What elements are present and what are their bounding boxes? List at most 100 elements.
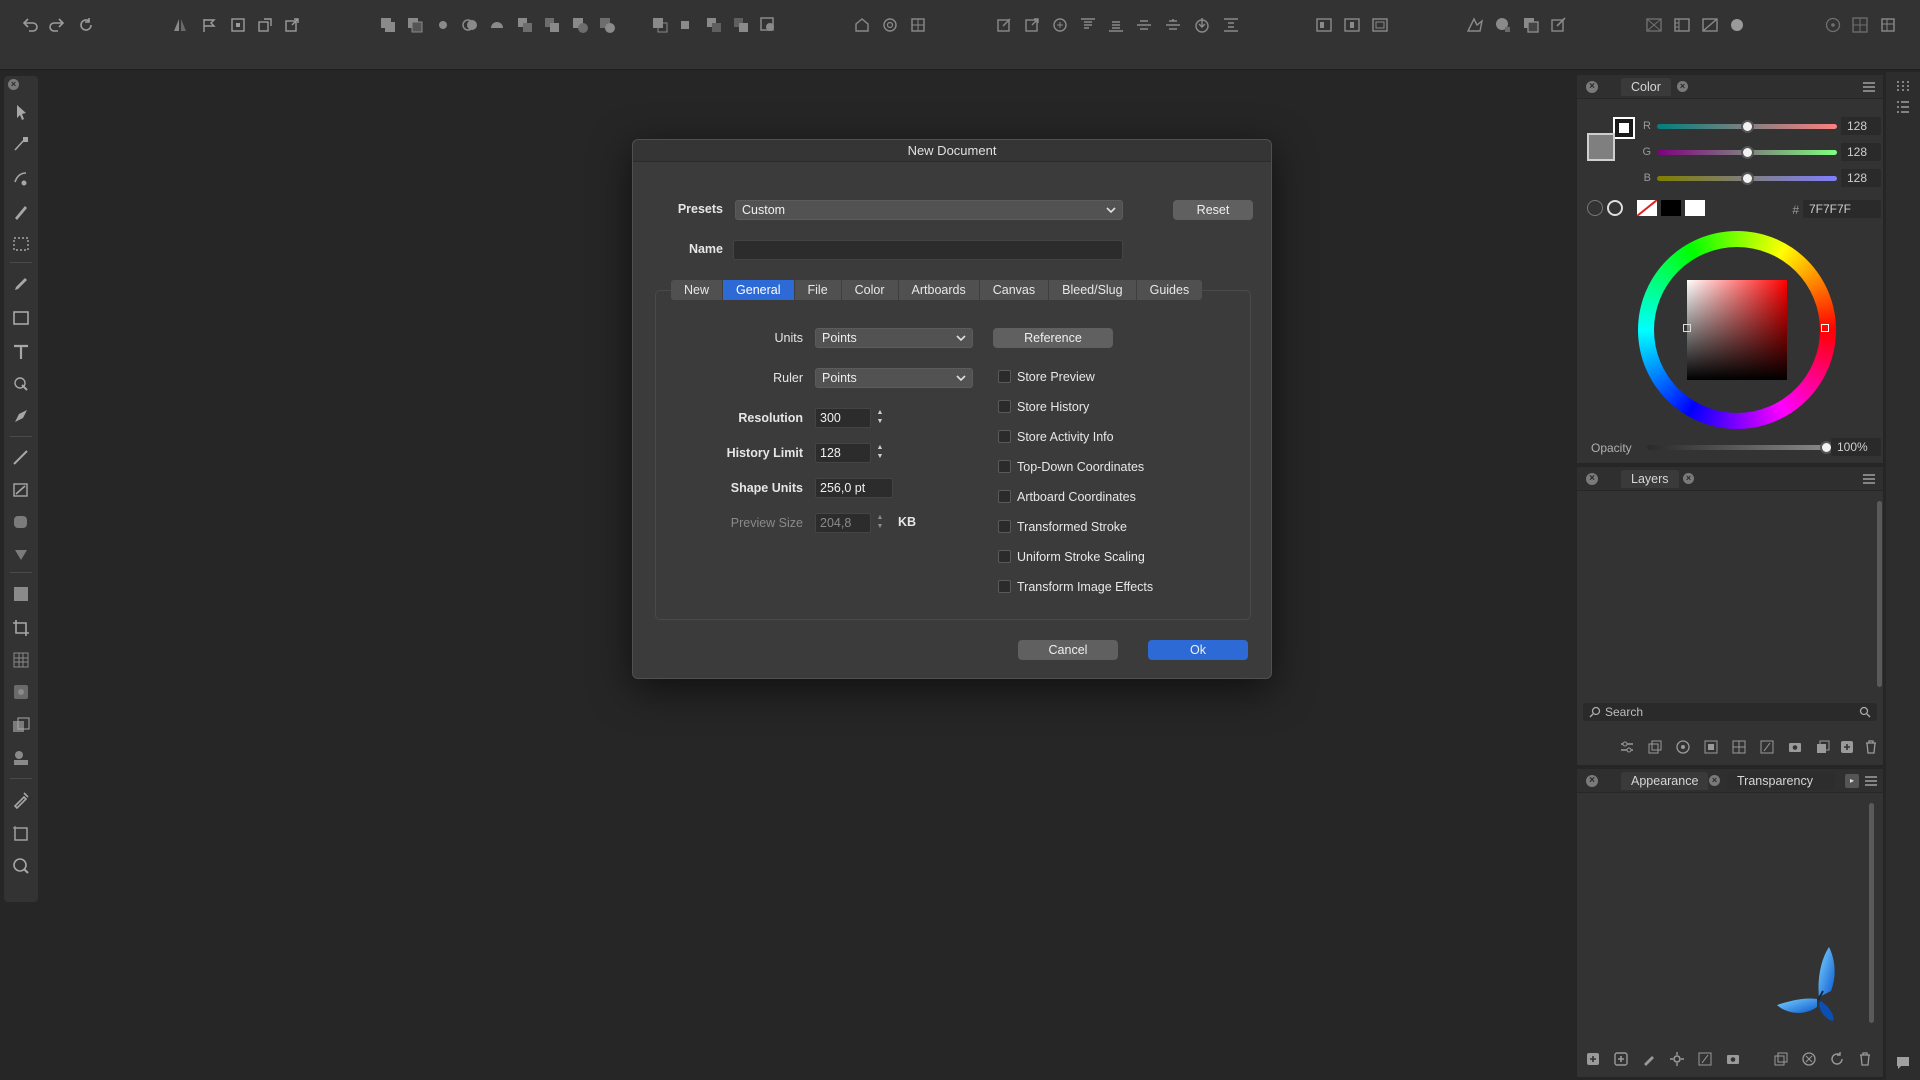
settings-gear-icon[interactable]	[1669, 1051, 1685, 1067]
fx-icon[interactable]	[1697, 1051, 1713, 1067]
trash-icon[interactable]	[1863, 739, 1879, 755]
artboard-tool-icon[interactable]	[11, 824, 31, 844]
marquee-tool-icon[interactable]	[11, 234, 31, 254]
opacity-slider[interactable]	[1647, 445, 1829, 450]
r-value[interactable]: 128	[1841, 117, 1881, 135]
close-tab-icon[interactable]: ×	[1709, 775, 1720, 786]
grid-layer-icon[interactable]	[1731, 739, 1747, 755]
order-icon[interactable]	[543, 16, 561, 34]
duplicate-icon[interactable]	[1773, 1051, 1789, 1067]
ok-button[interactable]: Ok	[1148, 640, 1248, 660]
align-top-icon[interactable]	[1079, 16, 1097, 34]
view-mode-icon[interactable]	[1315, 16, 1333, 34]
mask-icon[interactable]	[1703, 739, 1719, 755]
top-down-coordinates-checkbox[interactable]	[998, 460, 1011, 473]
shape-icon[interactable]	[11, 512, 31, 532]
brush-tool-icon[interactable]	[11, 202, 31, 222]
close-tab-icon[interactable]: ×	[1683, 473, 1694, 484]
stamp-icon[interactable]	[11, 748, 31, 768]
g-value[interactable]: 128	[1841, 143, 1881, 161]
pen-tool-icon[interactable]	[11, 168, 31, 188]
boolean-xor-icon[interactable]	[461, 16, 479, 34]
move-tool-icon[interactable]	[11, 102, 31, 122]
group-layers-icon[interactable]	[1815, 739, 1831, 755]
gradient-tool-icon[interactable]	[11, 584, 31, 604]
rectangle-tool-icon[interactable]	[11, 308, 31, 328]
export-icon[interactable]	[283, 16, 301, 34]
panel-menu-icon[interactable]	[1865, 776, 1877, 786]
persona-edit-icon[interactable]	[1550, 16, 1568, 34]
outline-icon[interactable]	[1371, 16, 1389, 34]
target-icon[interactable]	[1051, 16, 1069, 34]
opacity-value[interactable]: 100%	[1831, 438, 1881, 456]
none-swatch[interactable]	[1637, 200, 1657, 216]
crop-tool-icon[interactable]	[11, 618, 31, 638]
store-activity-info-checkbox[interactable]	[998, 430, 1011, 443]
transform-image-effects-checkbox[interactable]	[998, 580, 1011, 593]
duplicate-icon[interactable]	[1647, 739, 1663, 755]
eyedropper-icon[interactable]	[11, 790, 31, 810]
tab-color[interactable]: Color	[842, 280, 899, 300]
resolution-stepper[interactable]: ▲ ▼	[874, 408, 886, 428]
clear-icon[interactable]	[1801, 1051, 1817, 1067]
boolean-divide-icon[interactable]	[488, 16, 506, 34]
black-swatch[interactable]	[1661, 200, 1681, 216]
download-icon[interactable]	[1193, 16, 1211, 34]
mesh-tool-icon[interactable]	[11, 650, 31, 670]
sv-marker[interactable]	[1683, 324, 1691, 332]
ruler-select[interactable]: Points	[815, 368, 973, 388]
b-value[interactable]: 128	[1841, 169, 1881, 187]
settings-icon[interactable]	[1879, 16, 1897, 34]
boolean-subtract-icon[interactable]	[406, 16, 424, 34]
eyedropper-icon[interactable]	[1587, 200, 1603, 216]
boolean-intersect-icon[interactable]	[434, 16, 452, 34]
close-tab-icon[interactable]: ×	[1677, 81, 1688, 92]
flag-icon[interactable]	[200, 16, 218, 34]
white-swatch[interactable]	[1685, 200, 1705, 216]
redo-icon[interactable]	[48, 16, 66, 34]
tab-file[interactable]: File	[795, 280, 842, 300]
resolution-input[interactable]: 300	[815, 408, 871, 428]
tab-guides[interactable]: Guides	[1137, 280, 1203, 300]
persona-export-icon[interactable]	[1522, 16, 1540, 34]
distribute-icon[interactable]	[759, 16, 777, 34]
open-icon[interactable]	[1023, 16, 1041, 34]
effects-icon[interactable]	[1675, 739, 1691, 755]
snap-icon[interactable]	[853, 16, 871, 34]
node-tool-icon[interactable]	[11, 134, 31, 154]
adjustments-icon[interactable]	[1619, 739, 1635, 755]
cancel-button[interactable]: Cancel	[1018, 640, 1118, 660]
panel-menu-icon[interactable]	[1863, 82, 1875, 92]
hue-marker[interactable]	[1821, 324, 1829, 332]
saturation-value-square[interactable]	[1687, 280, 1787, 380]
text-tool-icon[interactable]	[11, 342, 31, 362]
history-limit-input[interactable]: 128	[815, 443, 871, 463]
tab-layers-panel[interactable]: Layers	[1621, 470, 1679, 488]
transform-icon[interactable]	[229, 16, 247, 34]
uniform-stroke-scaling-checkbox[interactable]	[998, 550, 1011, 563]
record-icon[interactable]	[1728, 16, 1746, 34]
history-limit-stepper[interactable]: ▲ ▼	[874, 443, 886, 463]
g-slider-knob[interactable]	[1741, 146, 1754, 159]
appearance-scrollbar[interactable]	[1869, 803, 1874, 1023]
persona-pixel-icon[interactable]	[1494, 16, 1512, 34]
align-middle-icon[interactable]	[1107, 16, 1125, 34]
add-fill-icon[interactable]	[1585, 1051, 1601, 1067]
backward-icon[interactable]	[598, 16, 616, 34]
zoom-tool-icon[interactable]	[11, 856, 31, 876]
place-image-icon[interactable]	[11, 716, 31, 736]
dock-list-icon[interactable]	[1896, 100, 1910, 114]
panels-icon[interactable]	[1673, 16, 1691, 34]
b-slider-knob[interactable]	[1741, 172, 1754, 185]
reset-button[interactable]: Reset	[1173, 200, 1253, 220]
fill-tool-icon[interactable]	[11, 374, 31, 394]
snapping-icon[interactable]	[1851, 16, 1869, 34]
camera-icon[interactable]	[1787, 739, 1803, 755]
boolean-add-icon[interactable]	[379, 16, 397, 34]
store-history-checkbox[interactable]	[998, 400, 1011, 413]
grid-icon[interactable]	[881, 16, 899, 34]
store-preview-checkbox[interactable]	[998, 370, 1011, 383]
close-panel-icon[interactable]: ×	[1586, 473, 1598, 485]
search-options-icon[interactable]	[1859, 706, 1871, 718]
tab-appearance[interactable]: Appearance	[1621, 772, 1709, 790]
